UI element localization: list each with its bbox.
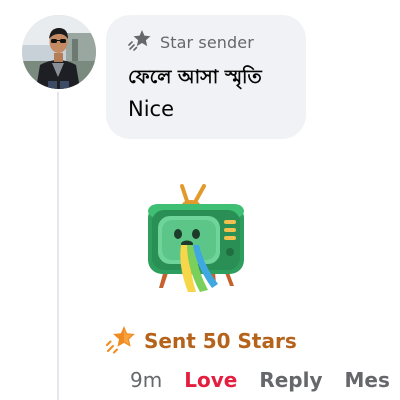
thread-line — [57, 92, 59, 400]
reply-button[interactable]: Reply — [259, 368, 322, 392]
star-sender-badge: Star sender — [128, 29, 254, 55]
tv-sticker-image — [138, 178, 248, 296]
star-sender-icon — [128, 29, 152, 55]
stars-icon — [106, 324, 136, 358]
comment-timestamp[interactable]: 9m — [130, 368, 162, 392]
star-sender-label: Star sender — [160, 32, 254, 52]
stars-sent-row: Sent 50 Stars — [106, 326, 297, 356]
avatar[interactable] — [22, 15, 96, 89]
comment-bubble[interactable]: Star sender ফেলে আসা স্মৃতি Nice — [106, 15, 306, 139]
author-name[interactable]: ফেলে আসা স্মৃতি — [128, 63, 262, 95]
message-button[interactable]: Mes — [345, 368, 390, 392]
comment-text: Nice — [128, 97, 175, 121]
comment-actions: 9m Love Reply Mes — [130, 366, 390, 394]
love-reaction-button[interactable]: Love — [184, 368, 237, 392]
stars-sent-label: Sent 50 Stars — [144, 329, 297, 353]
